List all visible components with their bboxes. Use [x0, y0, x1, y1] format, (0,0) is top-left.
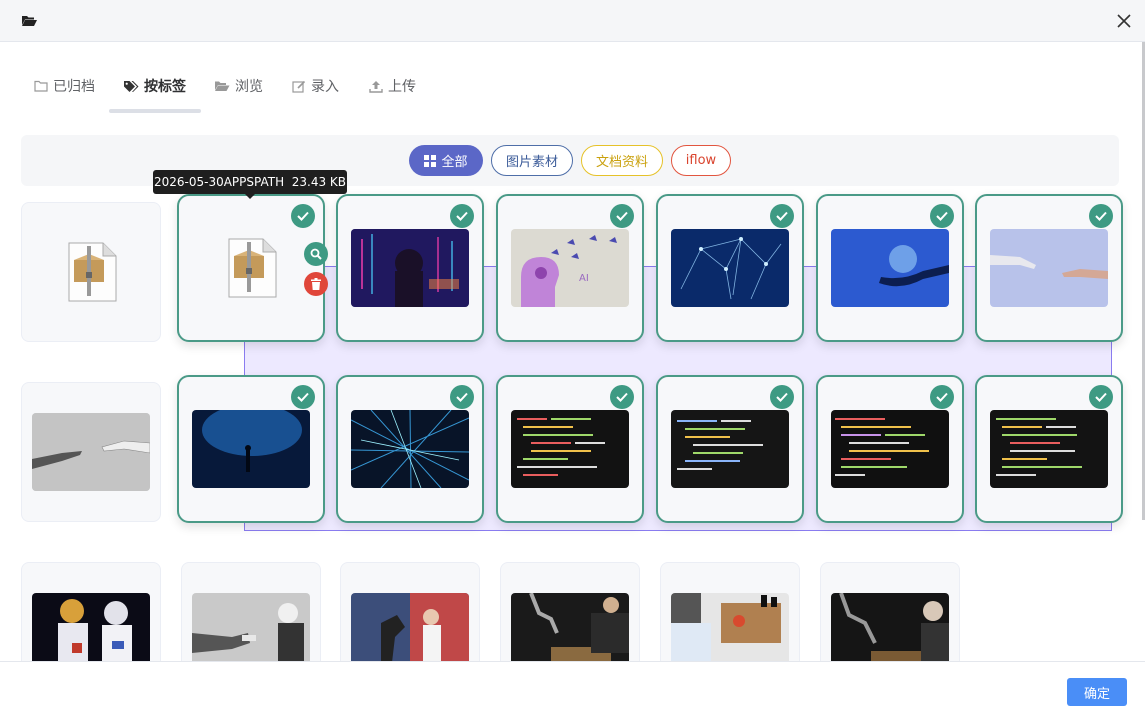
thumbnail: AI	[511, 229, 629, 307]
search-icon	[310, 248, 322, 260]
thumbnail	[831, 593, 949, 661]
image-card[interactable]	[816, 194, 964, 342]
confirm-button[interactable]: 确定	[1067, 678, 1127, 706]
image-card[interactable]	[21, 382, 161, 522]
trash-icon	[311, 278, 321, 290]
tab-browse[interactable]: 浏览	[214, 75, 263, 97]
tab-label: 按标签	[144, 79, 186, 95]
thumbnail	[192, 593, 310, 661]
image-card[interactable]	[496, 375, 644, 523]
thumbnail	[511, 593, 629, 661]
zip-file-icon	[228, 238, 277, 298]
check-icon[interactable]	[291, 385, 315, 409]
dialog-titlebar	[0, 0, 1145, 42]
check-icon[interactable]	[610, 385, 634, 409]
chip-label: 图片素材	[505, 155, 558, 170]
check-icon[interactable]	[450, 385, 474, 409]
tab-label: 录入	[311, 79, 339, 95]
image-card[interactable]	[975, 194, 1123, 342]
check-icon[interactable]	[770, 385, 794, 409]
thumbnail	[511, 410, 629, 488]
dialog-footer: 确定	[0, 661, 1145, 711]
chip-label: iflow	[685, 153, 717, 168]
tab-bar: 已归档 按标签 浏览 录入 上传	[0, 42, 1145, 114]
thumbnail	[192, 410, 310, 488]
tab-by-tag[interactable]: 按标签	[123, 75, 186, 97]
thumbnail	[671, 410, 789, 488]
check-icon[interactable]	[291, 204, 315, 228]
tab-entry[interactable]: 录入	[292, 75, 339, 97]
zip-file-icon	[68, 242, 117, 302]
image-card[interactable]	[656, 375, 804, 523]
edit-icon	[292, 80, 306, 93]
file-card[interactable]	[21, 202, 161, 342]
folder-open-icon	[22, 16, 37, 26]
image-card[interactable]	[336, 194, 484, 342]
thumbnail	[990, 229, 1108, 307]
image-card[interactable]	[660, 562, 800, 661]
check-icon[interactable]	[930, 204, 954, 228]
thumbnail	[671, 229, 789, 307]
svg-text:AI: AI	[579, 273, 589, 284]
upload-icon	[369, 80, 383, 93]
thumbnail	[32, 593, 150, 661]
thumbnail	[351, 593, 469, 661]
chip-label: 全部	[441, 155, 468, 170]
file-info-tooltip: 2026-05-30APPSPATH 23.43 KB	[153, 170, 347, 199]
image-card[interactable]	[177, 375, 325, 523]
image-card[interactable]	[975, 375, 1123, 523]
tab-label: 浏览	[235, 79, 263, 95]
thumbnail	[990, 410, 1108, 488]
delete-button[interactable]	[304, 272, 328, 296]
check-icon[interactable]	[450, 204, 474, 228]
check-icon[interactable]	[610, 204, 634, 228]
image-card[interactable]	[820, 562, 960, 661]
image-card[interactable]	[336, 375, 484, 523]
tab-archived[interactable]: 已归档	[34, 75, 95, 97]
image-card[interactable]: AI	[496, 194, 644, 342]
file-card-hovered[interactable]	[177, 194, 325, 342]
active-tab-indicator	[109, 109, 201, 113]
preview-button[interactable]	[304, 242, 328, 266]
check-icon[interactable]	[930, 385, 954, 409]
thumbnail	[351, 410, 469, 488]
folder-outline-icon	[34, 80, 48, 92]
image-card[interactable]	[181, 562, 321, 661]
close-icon[interactable]	[1117, 14, 1131, 28]
tags-icon	[124, 80, 139, 92]
tab-label: 上传	[388, 79, 416, 95]
filter-chip-images[interactable]: 图片素材	[491, 145, 573, 176]
check-icon[interactable]	[1089, 385, 1113, 409]
filter-chip-iflow[interactable]: iflow	[671, 145, 731, 176]
thumbnail	[351, 229, 469, 307]
file-row-3	[0, 562, 1145, 661]
thumbnail	[671, 593, 789, 661]
tab-upload[interactable]: 上传	[369, 75, 416, 97]
image-card[interactable]	[656, 194, 804, 342]
grid-icon	[424, 154, 437, 167]
image-card[interactable]	[21, 562, 161, 661]
thumbnail	[831, 410, 949, 488]
folder-open-icon	[215, 81, 230, 91]
filter-chip-documents[interactable]: 文档资料	[581, 145, 663, 176]
image-card[interactable]	[500, 562, 640, 661]
filter-chip-all[interactable]: 全部	[409, 145, 483, 176]
tab-label: 已归档	[53, 79, 95, 95]
image-card[interactable]	[340, 562, 480, 661]
check-icon[interactable]	[770, 204, 794, 228]
image-card[interactable]	[816, 375, 964, 523]
thumbnail	[32, 413, 150, 491]
thumbnail	[831, 229, 949, 307]
chip-label: 文档资料	[595, 155, 648, 170]
check-icon[interactable]	[1089, 204, 1113, 228]
